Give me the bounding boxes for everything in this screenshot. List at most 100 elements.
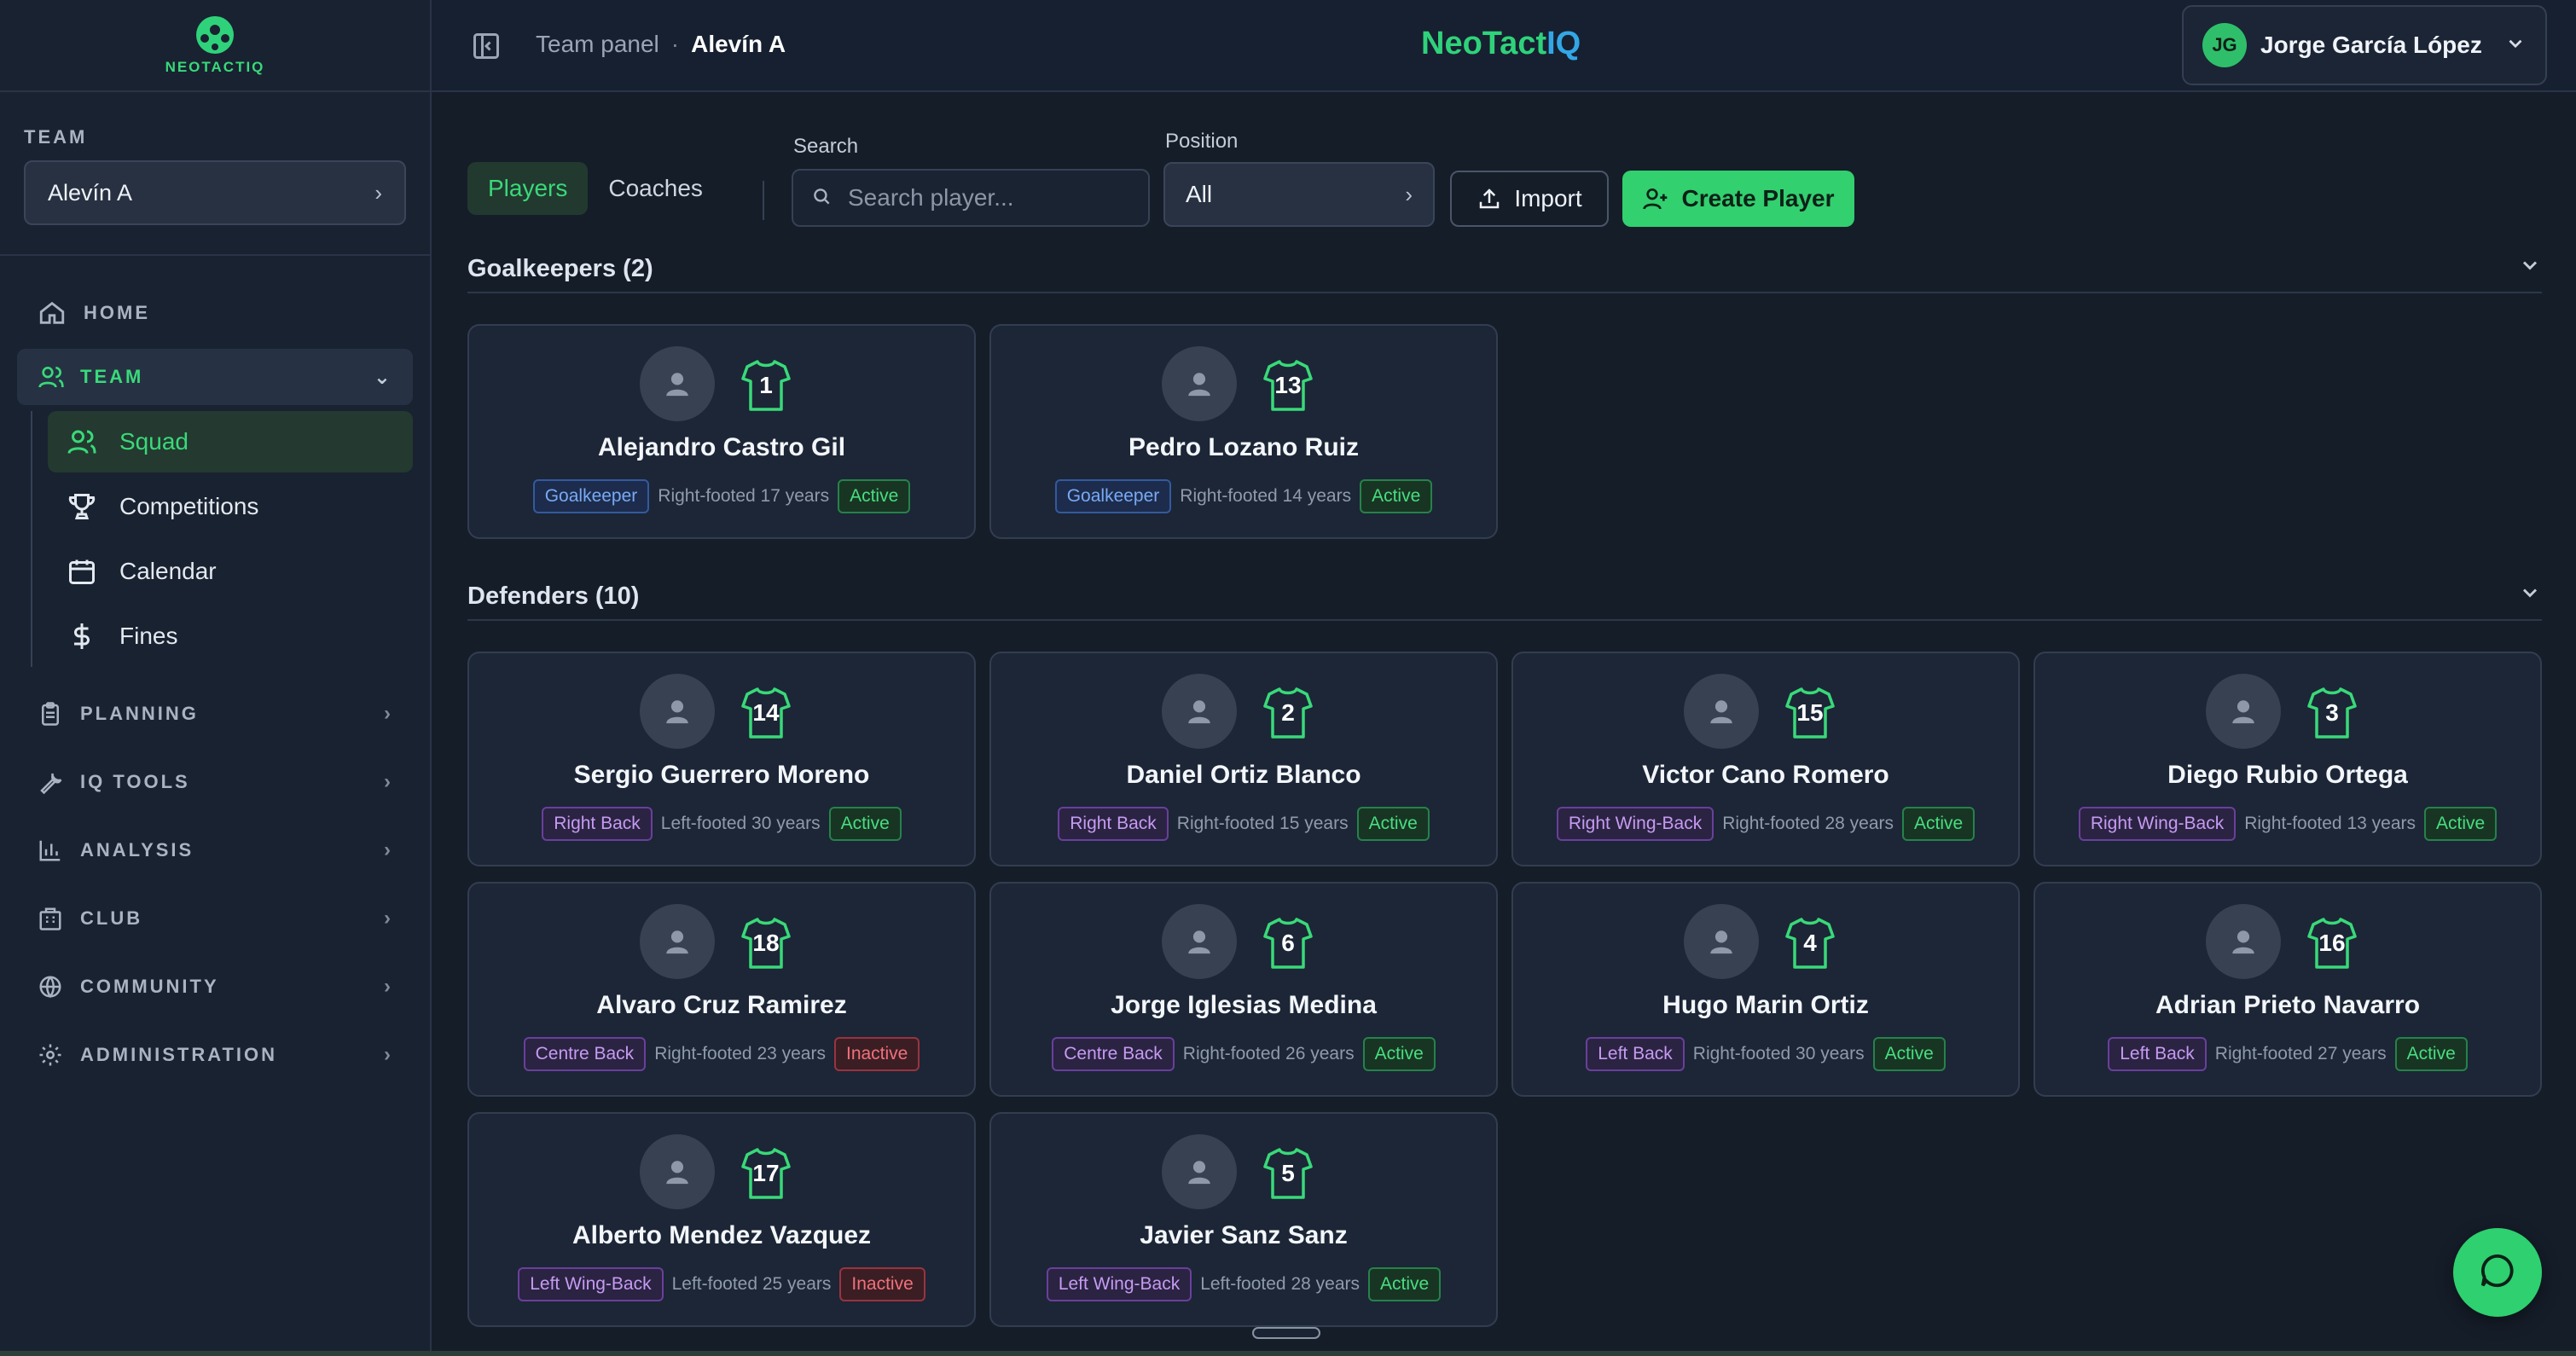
jersey-icon: 4 — [1784, 916, 1836, 971]
sidebar-item-fines[interactable]: Fines — [48, 606, 413, 667]
wrench-icon — [38, 769, 72, 795]
player-foot: Right-footed 30 years — [1693, 1044, 1865, 1064]
player-avatar — [640, 904, 715, 979]
player-card[interactable]: 15 Victor Cano Romero Right Wing-Back Right… — [1511, 652, 2020, 866]
status-badge: Active — [1368, 1267, 1442, 1301]
group-header-goalkeepers[interactable]: Goalkeepers (2) — [467, 246, 2542, 293]
sidebar-item-calendar[interactable]: Calendar — [48, 541, 413, 602]
jersey-icon: 5 — [1262, 1146, 1314, 1201]
player-card[interactable]: 18 Alvaro Cruz Ramirez Centre Back Right-fo… — [467, 882, 976, 1097]
player-meta: Left Wing-Back Left-footed 28 years Active — [991, 1267, 1496, 1301]
user-plus-icon — [1642, 185, 1669, 212]
search-label: Search — [793, 135, 859, 158]
foot-text: Left-footed — [660, 814, 747, 833]
create-player-label: Create Player — [1681, 185, 1835, 212]
jersey-number: 16 — [2318, 930, 2346, 956]
sidebar-item-label: COMMUNITY — [80, 975, 219, 997]
player-card[interactable]: 14 Sergio Guerrero Moreno Right Back Left-f… — [467, 652, 976, 866]
player-avatar — [1162, 674, 1237, 749]
sidebar-item-competitions[interactable]: Competitions — [48, 476, 413, 537]
player-card[interactable]: 4 Hugo Marin Ortiz Left Back Right-footed 3… — [1511, 882, 2020, 1097]
logo[interactable]: NEOTACTIQ — [0, 0, 430, 92]
breadcrumb-current: Alevín A — [691, 31, 786, 57]
player-meta: Goalkeeper Right-footed 14 years Active — [991, 479, 1496, 513]
sidebar-item-label: Squad — [119, 428, 189, 455]
position-select-value: All — [1186, 181, 1213, 207]
player-name: Sergio Guerrero Moreno — [573, 761, 870, 789]
chat-button[interactable] — [2453, 1228, 2542, 1317]
user-silhouette-icon — [1188, 930, 1210, 954]
chevron-right-icon: › — [384, 906, 391, 930]
tab-players[interactable]: Players — [467, 162, 589, 215]
sidebar-item-squad[interactable]: Squad — [48, 411, 413, 472]
foot-text: Right-footed — [2214, 1044, 2313, 1063]
jersey-number: 15 — [1796, 699, 1824, 726]
user-silhouette-icon — [666, 930, 688, 954]
ball-logo-icon — [196, 16, 234, 54]
sidebar-nav: HOME TEAM ⌄ Squad Competitions Calendar … — [0, 256, 430, 1086]
age-text: 26 years — [1285, 1044, 1355, 1063]
jersey-number: 14 — [752, 699, 780, 726]
position-select[interactable]: All › — [1163, 162, 1435, 227]
player-name: Alberto Mendez Vazquez — [571, 1221, 872, 1249]
position-badge: Left Back — [1586, 1037, 1685, 1071]
player-meta: Right Wing-Back Right-footed 28 years Acti… — [1513, 807, 2018, 841]
tab-coaches[interactable]: Coaches — [588, 162, 723, 215]
sidebar-item-administration[interactable]: ADMINISTRATION › — [17, 1023, 413, 1086]
player-foot: Right-footed 26 years — [1183, 1044, 1355, 1064]
breadcrumb-parent[interactable]: Team panel — [536, 31, 659, 58]
sidebar-toggle-icon[interactable] — [471, 31, 502, 66]
sidebar: NEOTACTIQ TEAM Alevín A › HOME TEAM ⌄ Sq… — [0, 0, 432, 1356]
player-foot: Right-footed 13 years — [2244, 814, 2416, 834]
jersey-icon: 6 — [1262, 916, 1314, 971]
jersey-number: 4 — [1803, 930, 1817, 956]
user-silhouette-icon — [666, 373, 688, 397]
player-card[interactable]: 5 Javier Sanz Sanz Left Wing-Back Left-foot… — [989, 1112, 1498, 1327]
jersey-number: 6 — [1281, 930, 1295, 956]
player-name: Alvaro Cruz Ramirez — [596, 991, 847, 1019]
age-text: 27 years — [2318, 1044, 2387, 1063]
age-text: 13 years — [2347, 814, 2416, 833]
import-button[interactable]: Import — [1450, 171, 1609, 227]
chevron-down-icon — [2504, 32, 2527, 59]
sidebar-item-label: PLANNING — [80, 702, 199, 724]
sidebar-item-label: ADMINISTRATION — [80, 1043, 278, 1065]
position-badge: Goalkeeper — [532, 479, 650, 513]
upload-icon — [1477, 186, 1502, 212]
scroll-indicator[interactable] — [1252, 1327, 1320, 1339]
player-card[interactable]: 13 Pedro Lozano Ruiz Goalkeeper Right-foote… — [989, 324, 1498, 539]
team-submenu: Squad Competitions Calendar Fines — [31, 411, 413, 667]
position-badge: Centre Back — [523, 1037, 647, 1071]
group-header-defenders[interactable]: Defenders (10) — [467, 573, 2542, 621]
team-select[interactable]: Alevín A › — [24, 160, 406, 225]
player-card[interactable]: 17 Alberto Mendez Vazquez Left Wing-Back Le… — [467, 1112, 976, 1327]
sidebar-item-home[interactable]: HOME — [17, 285, 413, 341]
sidebar-item-analysis[interactable]: ANALYSIS › — [17, 819, 413, 881]
sidebar-item-club[interactable]: CLUB › — [17, 887, 413, 949]
user-menu-button[interactable]: JG Jorge García López — [2182, 5, 2547, 85]
jersey-icon: 16 — [2306, 916, 2358, 971]
search-input[interactable] — [848, 184, 1138, 212]
player-card[interactable]: 2 Daniel Ortiz Blanco Right Back Right-foot… — [989, 652, 1498, 866]
player-foot: Left-footed 30 years — [661, 814, 821, 834]
sidebar-item-planning[interactable]: PLANNING › — [17, 682, 413, 745]
sidebar-item-community[interactable]: COMMUNITY › — [17, 955, 413, 1017]
age-text: 17 years — [760, 486, 830, 506]
player-card[interactable]: 6 Jorge Iglesias Medina Centre Back Right-f… — [989, 882, 1498, 1097]
create-player-button[interactable]: Create Player — [1622, 171, 1854, 227]
jersey-number: 1 — [759, 372, 773, 398]
status-badge: Active — [1356, 807, 1430, 841]
main-content: Players Coaches Search Position All › Im… — [432, 94, 2576, 1356]
player-card[interactable]: 1 Alejandro Castro Gil Goalkeeper Right-foo… — [467, 324, 976, 539]
sidebar-item-team[interactable]: TEAM ⌄ — [17, 349, 413, 405]
chevron-down-icon — [2518, 253, 2542, 284]
trophy-icon — [67, 491, 119, 522]
logo-text: NEOTACTIQ — [165, 59, 265, 75]
player-card[interactable]: 3 Diego Rubio Ortega Right Wing-Back Right-… — [2034, 652, 2542, 866]
player-card[interactable]: 16 Adrian Prieto Navarro Left Back Right-fo… — [2034, 882, 2542, 1097]
foot-text: Right-footed — [1176, 814, 1275, 833]
position-badge: Right Wing-Back — [2078, 807, 2237, 841]
player-name: Adrian Prieto Navarro — [2155, 991, 2421, 1019]
search-field[interactable] — [792, 169, 1150, 227]
sidebar-item-iq-tools[interactable]: IQ TOOLS › — [17, 750, 413, 813]
